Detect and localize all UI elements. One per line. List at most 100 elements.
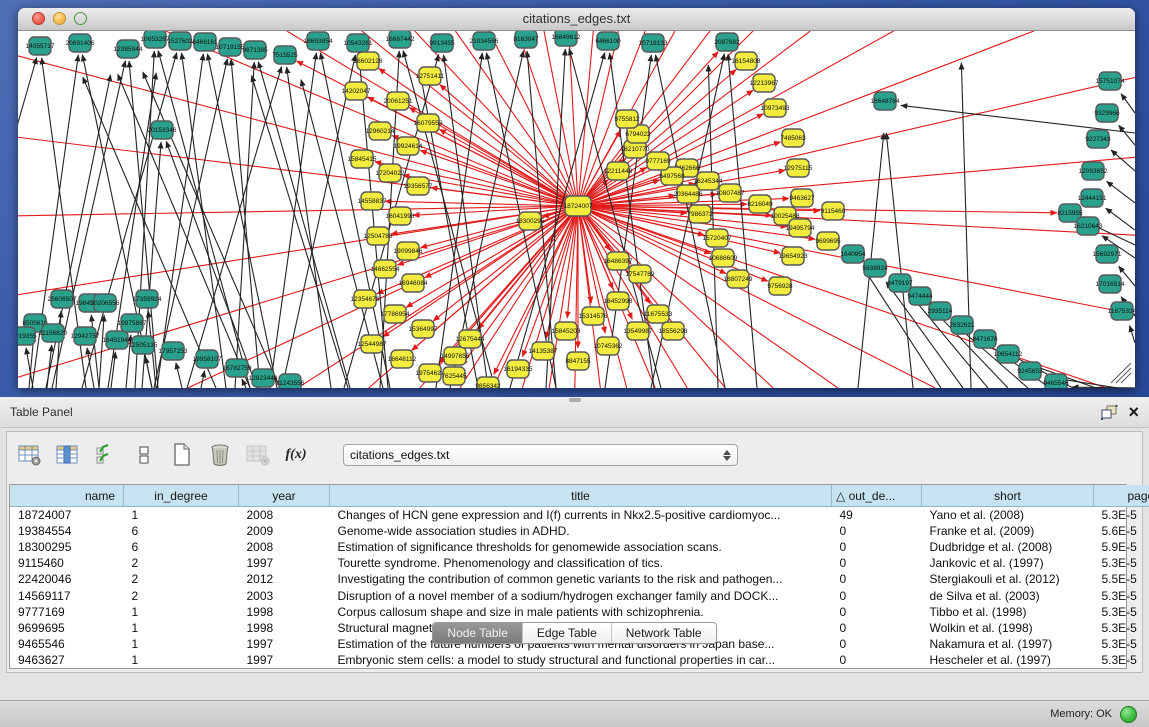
table-settings-icon[interactable] xyxy=(17,442,43,468)
table-cell: 0 xyxy=(832,523,922,539)
graph-node-label: 17359924 xyxy=(133,296,162,303)
graph-node-label: 16154808 xyxy=(732,58,761,65)
table-cell: Yano et al. (2008) xyxy=(922,507,1094,524)
column-header-name[interactable]: name xyxy=(10,485,124,507)
column-header-out_de[interactable]: △ out_de... xyxy=(832,485,922,507)
graph-node-label: 19356577 xyxy=(404,183,433,190)
graph-node-label: 10653287 xyxy=(141,36,170,43)
graph-node-label: 16041998 xyxy=(386,213,415,220)
table-cell: 5.5E-5 xyxy=(1094,571,1149,587)
memory-status-dot[interactable] xyxy=(1120,706,1137,723)
graph-node-label: 14202047 xyxy=(342,88,371,95)
graph-node-label: 9777169 xyxy=(645,158,671,165)
table-cell: 6 xyxy=(124,539,239,555)
graph-node-label: 15845203 xyxy=(552,328,581,335)
graph-node-label: 18300295 xyxy=(516,218,545,225)
graph-node-label: 17016514 xyxy=(1096,281,1125,288)
column-header-in_degree[interactable]: in_degree xyxy=(124,485,239,507)
table-row[interactable]: 977716911998Corpus callosum shape and si… xyxy=(10,604,1149,620)
delete-table-icon[interactable] xyxy=(245,442,271,468)
graph-node-label: 15692971 xyxy=(1093,251,1122,258)
new-table-icon[interactable] xyxy=(169,442,195,468)
table-cell: Genome-wide association studies in ADHD. xyxy=(330,523,832,539)
table-cell: 5.3E-5 xyxy=(1094,507,1149,524)
table-cell: 1997 xyxy=(239,555,330,571)
zoom-window-icon[interactable] xyxy=(74,12,87,25)
table-row[interactable]: 1938455462009Genome-wide association stu… xyxy=(10,523,1149,539)
graph-node-label: 18602128 xyxy=(354,58,383,65)
tab-edge-table[interactable]: Edge Table xyxy=(522,623,611,643)
column-header-short[interactable]: short xyxy=(922,485,1094,507)
delete-column-trash-icon[interactable] xyxy=(207,442,233,468)
table-panel-header[interactable]: Table Panel × xyxy=(0,397,1149,428)
graph-node-label: 12444151 xyxy=(1078,195,1107,202)
graph-node-label: 14662554 xyxy=(371,266,400,273)
graph-node-label: 16194335 xyxy=(504,366,533,373)
network-view[interactable]: 1405571720691406123859441065328715276026… xyxy=(18,31,1135,388)
graph-node-label: 18724007 xyxy=(564,203,593,210)
table-cell: Changes of HCN gene expression and I(f) … xyxy=(330,507,832,524)
graph-node-label: 9755812 xyxy=(614,116,640,123)
select-columns-icon[interactable] xyxy=(55,442,81,468)
show-columns-checklist-icon[interactable] xyxy=(93,442,119,468)
table-cell: Disruption of a novel member of a sodium… xyxy=(330,587,832,603)
rows-icon[interactable] xyxy=(131,442,157,468)
table-row[interactable]: 1830029562008Estimation of significance … xyxy=(10,539,1149,555)
close-window-icon[interactable] xyxy=(32,12,45,25)
table-row[interactable]: 1872400712008Changes of HCN gene express… xyxy=(10,507,1149,524)
table-row[interactable]: 1456911722003Disruption of a novel membe… xyxy=(10,587,1149,603)
graph-node-label: 19654923 xyxy=(779,253,808,260)
table-cell: Corpus callosum shape and size in male p… xyxy=(330,604,832,620)
graph-node-label: 7632621 xyxy=(949,322,975,329)
graph-node-label: 12942757 xyxy=(71,333,100,340)
graph-node-label: 2935114 xyxy=(928,308,953,315)
graph-node-label: 16079553 xyxy=(414,120,443,127)
graph-node-label: 9329966 xyxy=(1094,110,1120,117)
float-window-icon[interactable] xyxy=(1101,405,1118,420)
graph-node-label: 6466100 xyxy=(595,38,621,45)
graph-node-label: 21243556 xyxy=(276,380,305,387)
splitter-handle[interactable] xyxy=(569,398,581,402)
graph-node-label: 9463627 xyxy=(789,195,815,202)
table-cell: 0 xyxy=(832,571,922,587)
table-cell: 2008 xyxy=(239,539,330,555)
tab-node-table[interactable]: Node Table xyxy=(433,623,522,643)
graph-node-label: 16210643 xyxy=(1074,223,1103,230)
network-canvas[interactable]: 1405571720691406123859441065328715276026… xyxy=(18,31,1135,388)
graph-node-label: 3919355 xyxy=(18,333,37,340)
graph-node-label: 19099846 xyxy=(394,248,423,255)
graph-node-label: 6466161 xyxy=(192,39,218,46)
table-cell: 18300295 xyxy=(10,539,124,555)
graph-node-label: 12675444 xyxy=(456,336,485,343)
table-cell: 0 xyxy=(832,539,922,555)
graph-node-label: 15314576 xyxy=(579,313,608,320)
graph-node-label: 11156829 xyxy=(39,330,67,337)
table-cell: 5.9E-5 xyxy=(1094,539,1149,555)
table-cell: 6 xyxy=(124,523,239,539)
graph-node-label: 12504783 xyxy=(364,233,393,240)
network-table-select[interactable]: citations_edges.txt xyxy=(343,444,738,466)
tab-network-table[interactable]: Network Table xyxy=(611,623,716,643)
function-builder-icon[interactable]: f(x) xyxy=(283,442,309,468)
table-cell: 1 xyxy=(124,652,239,668)
graph-node-label: 12213967 xyxy=(750,80,779,87)
window-titlebar[interactable]: citations_edges.txt xyxy=(18,8,1135,31)
table-cell: 2 xyxy=(124,555,239,571)
table-cell: 9463627 xyxy=(10,652,124,668)
table-cell: 0 xyxy=(832,555,922,571)
graph-node-label: 15364997 xyxy=(409,326,438,333)
graph-node-label: 14997856 xyxy=(441,353,470,360)
column-header-title[interactable]: title xyxy=(330,485,832,507)
minimize-window-icon[interactable] xyxy=(53,12,66,25)
table-row[interactable]: 946362711997Embryonic stem cells: a mode… xyxy=(10,652,1149,668)
graph-node-label: 9465546 xyxy=(1043,380,1069,387)
table-row[interactable]: 2242004622012Investigating the contribut… xyxy=(10,571,1149,587)
graph-node-label: 9699695 xyxy=(815,238,841,245)
close-panel-icon[interactable]: × xyxy=(1128,404,1139,420)
table-row[interactable]: 911546021997Tourette syndrome. Phenomeno… xyxy=(10,555,1149,571)
graph-node-label: 19958107 xyxy=(193,356,222,363)
graph-node-label: 16849612 xyxy=(552,34,581,41)
graph-node-label: 16210770 xyxy=(621,146,650,153)
column-header-pagerank[interactable]: pagerank xyxy=(1094,485,1149,507)
column-header-year[interactable]: year xyxy=(239,485,330,507)
